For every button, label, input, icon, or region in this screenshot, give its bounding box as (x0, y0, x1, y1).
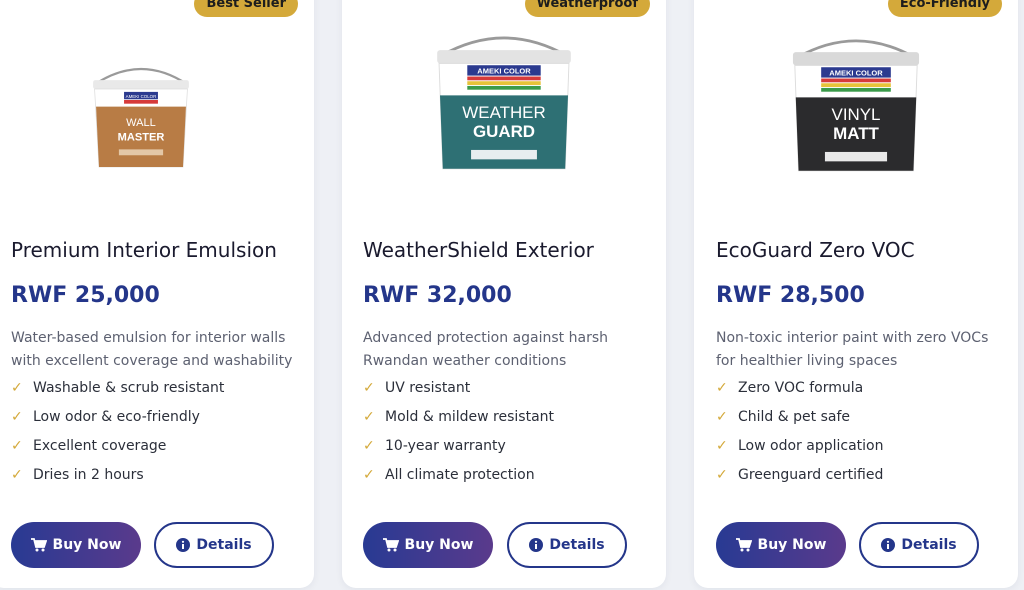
bucket-name-line2: GUARD (473, 122, 535, 141)
check-icon: ✓ (716, 467, 728, 483)
cart-icon (382, 538, 399, 552)
check-icon: ✓ (363, 409, 375, 425)
bucket-brand-label: AMEKI COLOR (477, 67, 531, 76)
feature-label: Child & pet safe (738, 409, 850, 425)
details-label: Details (901, 537, 957, 553)
bucket-name-line1: WEATHER (462, 103, 545, 122)
check-icon: ✓ (11, 438, 23, 454)
product-card: Eco-Friendly AMEKI COLOR VINYL MATT EcoG… (694, 0, 1018, 588)
product-badge: Eco-Friendly (887, 0, 1002, 17)
product-title: Premium Interior Emulsion (11, 238, 277, 262)
feature-item: ✓ All climate protection (363, 462, 554, 491)
feature-item: ✓ Greenguard certified (716, 462, 883, 491)
cart-icon (735, 538, 752, 552)
buy-now-button[interactable]: Buy Now (11, 522, 141, 568)
feature-list: ✓ UV resistant ✓ Mold & mildew resistant ✓… (363, 375, 554, 491)
check-icon: ✓ (363, 380, 375, 396)
details-button[interactable]: Details (859, 522, 979, 568)
check-icon: ✓ (716, 409, 728, 425)
details-label: Details (549, 537, 605, 553)
feature-item: ✓ Child & pet safe (716, 404, 883, 433)
buy-now-button[interactable]: Buy Now (363, 522, 493, 568)
feature-label: Mold & mildew resistant (385, 409, 555, 425)
check-icon: ✓ (11, 409, 23, 425)
details-label: Details (196, 537, 252, 553)
feature-label: Washable & scrub resistant (33, 380, 225, 396)
bucket-name-line1: WALL (126, 117, 156, 129)
buy-now-label: Buy Now (757, 537, 827, 553)
feature-label: Excellent coverage (33, 438, 167, 454)
details-button[interactable]: Details (507, 522, 627, 568)
check-icon: ✓ (363, 467, 375, 483)
buy-now-label: Buy Now (52, 537, 122, 553)
check-icon: ✓ (716, 380, 728, 396)
paint-bucket-image: AMEKI COLOR VINYL MATT (792, 39, 920, 172)
bucket-brand-label: AMEKI COLOR (829, 69, 883, 78)
feature-item: ✓ Mold & mildew resistant (363, 404, 554, 433)
feature-label: UV resistant (385, 380, 471, 396)
product-card: Weatherproof AMEKI COLOR WEATHER GUARD W… (342, 0, 666, 588)
paint-bucket-image: AMEKI COLOR WEATHER GUARD (437, 36, 571, 170)
product-price: RWF 32,000 (363, 283, 512, 308)
info-circle-icon (529, 538, 544, 552)
feature-list: ✓ Washable & scrub resistant ✓ Low odor & … (11, 375, 224, 491)
product-title: EcoGuard Zero VOC (716, 238, 915, 262)
product-description: Advanced protection against harsh Rwanda… (363, 330, 608, 369)
product-badge: Best Seller (194, 0, 298, 17)
cart-icon (30, 538, 47, 552)
check-icon: ✓ (11, 380, 23, 396)
bucket-name-line2: MATT (833, 124, 879, 143)
check-icon: ✓ (11, 467, 23, 483)
bucket-name-line1: VINYL (832, 105, 881, 124)
feature-label: All climate protection (385, 467, 535, 483)
feature-list: ✓ Zero VOC formula ✓ Child & pet safe ✓ Low… (716, 375, 883, 491)
feature-label: Low odor application (738, 438, 884, 454)
feature-label: 10-year warranty (385, 438, 506, 454)
feature-item: ✓ Low odor application (716, 433, 883, 462)
feature-item: ✓ Zero VOC formula (716, 375, 883, 404)
feature-label: Low odor & eco-friendly (33, 409, 200, 425)
details-button[interactable]: Details (154, 522, 274, 568)
feature-item: ✓ Washable & scrub resistant (11, 375, 224, 404)
product-card: Best Seller AMEKI COLOR WALL MASTER Prem… (0, 0, 314, 588)
feature-item: ✓ Dries in 2 hours (11, 462, 224, 491)
feature-item: ✓ 10-year warranty (363, 433, 554, 462)
feature-item: ✓ UV resistant (363, 375, 554, 404)
feature-label: Dries in 2 hours (33, 467, 144, 483)
feature-label: Zero VOC formula (738, 380, 864, 396)
check-icon: ✓ (363, 438, 375, 454)
buy-now-label: Buy Now (404, 537, 474, 553)
product-badge: Weatherproof (524, 0, 650, 17)
buy-now-button[interactable]: Buy Now (716, 522, 846, 568)
info-circle-icon (176, 538, 191, 552)
bucket-name-line2: MASTER (118, 132, 165, 144)
product-price: RWF 25,000 (11, 283, 160, 308)
paint-bucket-image: AMEKI COLOR WALL MASTER (93, 68, 190, 168)
product-description: Non-toxic interior paint with zero VOCs … (716, 330, 989, 369)
product-title: WeatherShield Exterior (363, 238, 594, 262)
product-description: Water-based emulsion for interior walls … (11, 330, 293, 369)
info-circle-icon (881, 538, 896, 552)
feature-label: Greenguard certified (738, 467, 884, 483)
check-icon: ✓ (716, 438, 728, 454)
bucket-brand-label: AMEKI COLOR (126, 94, 157, 99)
feature-item: ✓ Excellent coverage (11, 433, 224, 462)
feature-item: ✓ Low odor & eco-friendly (11, 404, 224, 433)
product-price: RWF 28,500 (716, 283, 865, 308)
